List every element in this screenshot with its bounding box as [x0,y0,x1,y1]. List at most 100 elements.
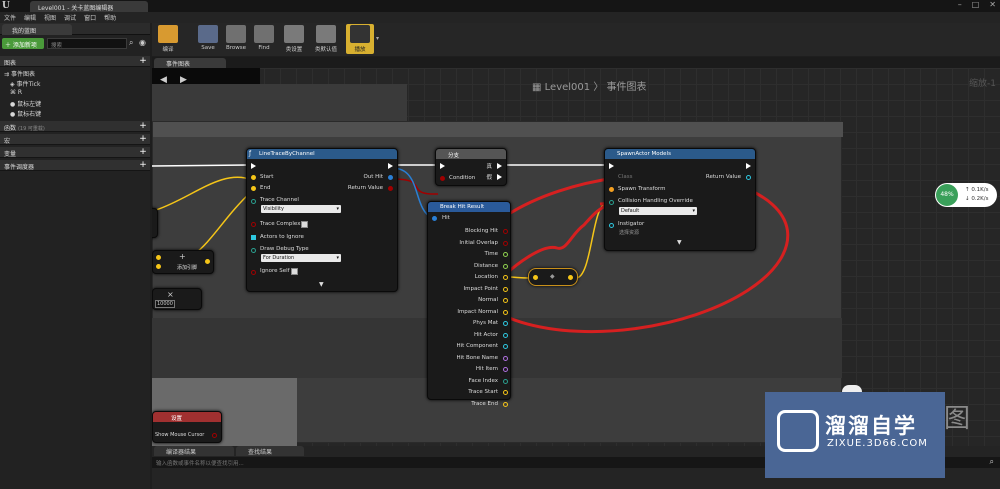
add-variable-icon[interactable]: + [139,148,147,157]
break-pin[interactable] [503,378,508,384]
condition-pin[interactable] [440,176,445,181]
menu-window[interactable]: 窗口 [84,13,96,22]
editor-tab[interactable]: Level001 - 关卡蓝图编辑器 [30,1,148,12]
find-results-tab[interactable]: 查找结果 [236,446,304,456]
event-graph-item[interactable]: ⇉ 事件图表 [4,69,35,78]
compile-button[interactable]: 编译 [154,24,182,54]
branch-false-pin[interactable] [497,174,502,180]
find-button[interactable]: Find [250,24,278,54]
break-pin[interactable] [503,286,508,292]
set-node[interactable]: 设置 Show Mouse Cursor [152,411,222,443]
add-function-icon[interactable]: + [139,122,147,131]
break-pin[interactable] [503,240,508,246]
trace-complex-checkbox[interactable] [301,221,308,228]
break-pin[interactable] [503,390,508,395]
draw-debug-dropdown[interactable]: For Duration ▾ [261,254,341,262]
spawn-exec-out-pin[interactable] [746,163,751,169]
break-pin[interactable] [503,275,508,280]
add-in-pin-a[interactable] [156,255,161,260]
menu-edit[interactable]: 编辑 [24,13,36,22]
break-hit-result-node[interactable]: Break Hit Result Hit Blocking Hit Initial… [427,201,511,407]
show-cursor-pin[interactable] [212,433,217,438]
trace-channel-pin[interactable] [251,199,256,204]
start-pin[interactable] [251,175,256,180]
add-in-pin-b[interactable] [156,264,161,269]
menu-debug[interactable]: 调试 [64,13,76,22]
minimize-icon[interactable]: – [958,0,962,12]
menu-view[interactable]: 视图 [44,13,56,22]
trace-complex-pin[interactable] [251,222,256,227]
close-icon[interactable]: ✕ [989,0,996,12]
event-graph-tab[interactable]: 事件图表 [154,58,226,68]
add-new-button[interactable]: ＋ 添加新项 [2,38,44,49]
actors-ignore-pin[interactable] [251,235,256,240]
partial-node-left[interactable] [152,208,158,238]
eye-icon[interactable]: ◉ [139,38,146,47]
line-trace-node[interactable]: LineTraceByChannel ƒ Start End Out Hit R… [246,148,398,292]
break-pin[interactable] [503,229,508,234]
variables-section[interactable]: 变量 + [0,147,150,158]
break-pin[interactable] [503,344,508,349]
play-options-chevron-icon[interactable]: ▾ [376,35,379,42]
left-mouse-item[interactable]: ● 鼠标左键 [10,99,41,108]
vector-make-node[interactable]: ◆ [528,268,578,286]
add-pin-node[interactable]: + 添加引脚 [152,250,214,274]
class-defaults-button[interactable]: 类默认值 [312,24,340,54]
branch-exec-in-pin[interactable] [440,163,445,169]
break-pin[interactable] [503,298,508,303]
add-macro-icon[interactable]: + [139,135,147,144]
instigator-value[interactable]: 选择资源 [619,229,639,236]
expand-chevron-icon[interactable]: ▼ [319,281,324,288]
draw-debug-pin[interactable] [251,248,256,253]
find-search-icon[interactable]: ⌕ [990,457,994,467]
branch-node[interactable]: 分支 真 假 Condition [435,148,507,186]
ignore-self-pin[interactable] [251,270,256,275]
exec-out-pin[interactable] [388,163,393,169]
instigator-pin[interactable] [609,223,614,228]
break-pin[interactable] [503,355,508,361]
graph-canvas[interactable]: ◀ ▶ ▦ Level001 〉 事件图表 缩放-1 LineTraceByCh… [152,68,1000,446]
spawn-transform-pin[interactable] [609,187,614,192]
collision-dropdown[interactable]: Default ▾ [619,207,697,215]
functions-section[interactable]: 函数 (19 可重载) + [0,121,150,132]
spawn-actor-node[interactable]: SpawnActor Models Return Value Class Spa… [604,148,756,251]
break-pin[interactable] [503,252,508,257]
spawn-exec-in-pin[interactable] [609,163,614,169]
my-blueprint-tab[interactable]: 我的蓝图 [2,24,72,35]
search-icon[interactable]: ⌕ [129,38,133,48]
browse-button[interactable]: Browse [222,24,250,54]
play-button[interactable]: 播放 [346,24,374,54]
end-pin[interactable] [251,186,256,191]
save-button[interactable]: Save [194,24,222,54]
collision-pin[interactable] [609,200,614,205]
multiply-value[interactable]: 10000 [155,300,175,308]
break-pin[interactable] [503,332,508,338]
branch-true-pin[interactable] [497,163,502,169]
dispatchers-section[interactable]: 事件调度器 + [0,160,150,171]
add-graph-icon[interactable]: + [139,57,147,66]
out-hit-pin[interactable] [388,175,393,180]
exec-in-pin[interactable] [251,163,256,169]
return-value-pin[interactable] [388,186,393,191]
class-settings-button[interactable]: 类设置 [280,24,308,54]
add-out-pin[interactable] [205,259,210,264]
multiply-node[interactable]: × 10000 [152,288,202,310]
break-pin[interactable] [503,309,508,315]
vector-out-pin[interactable] [568,275,573,280]
break-pin[interactable] [503,321,508,326]
trace-channel-dropdown[interactable]: Visibility ▾ [261,205,341,213]
event-r-item[interactable]: ⌘ R [10,89,22,96]
add-pin-label[interactable]: 添加引脚 [177,264,197,271]
event-tick-item[interactable]: ◈ 事件Tick [10,79,40,88]
graphs-section[interactable]: 图表 + [0,56,150,67]
break-pin[interactable] [503,263,508,269]
spawn-expand-chevron-icon[interactable]: ▼ [677,239,682,246]
break-pin[interactable] [503,367,508,372]
compiler-results-tab[interactable]: 编译器结果 [154,446,234,456]
blueprint-search-input[interactable]: 搜索 [47,38,127,49]
add-dispatcher-icon[interactable]: + [139,161,147,170]
spawn-return-pin[interactable] [746,175,751,180]
menu-help[interactable]: 帮助 [104,13,116,22]
break-pin[interactable] [503,401,508,407]
ignore-self-checkbox[interactable] [291,268,298,275]
